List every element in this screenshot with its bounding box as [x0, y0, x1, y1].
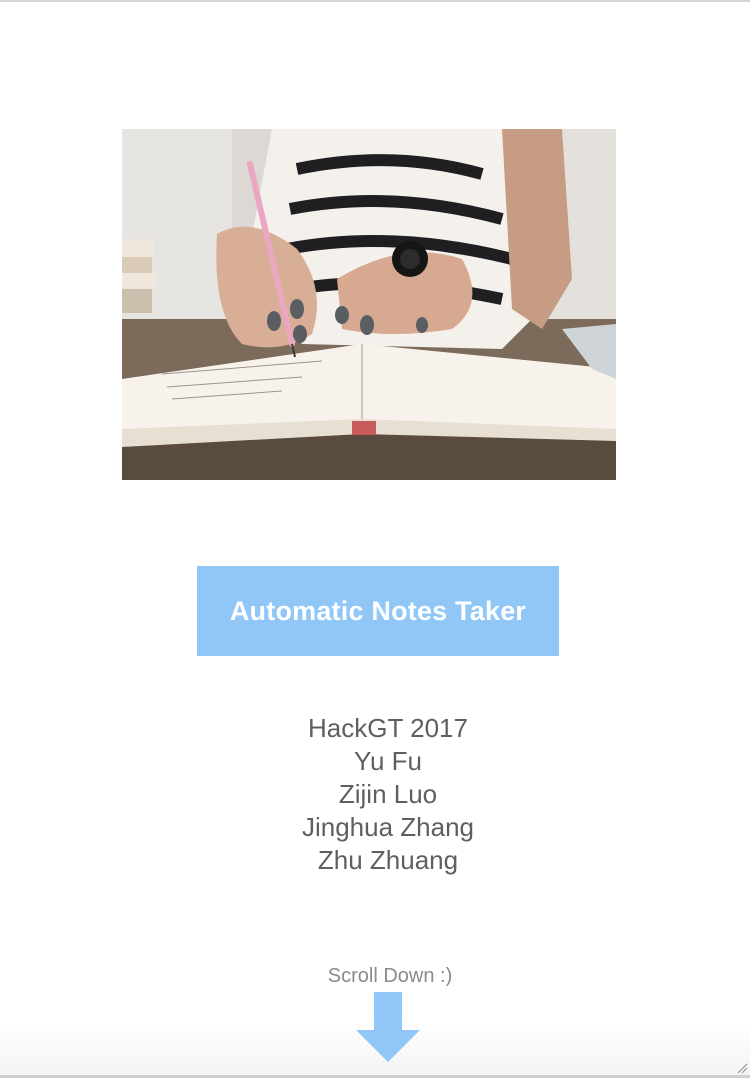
team-member: Zijin Luo — [338, 779, 438, 809]
credits-block: HackGT 2017 Yu Fu Zijin Luo Jinghua Zhan… — [0, 712, 750, 877]
down-arrow-icon[interactable] — [356, 992, 420, 1062]
hero-image — [122, 129, 616, 480]
window-top-border — [0, 0, 750, 2]
resize-grip-icon[interactable] — [736, 1062, 748, 1074]
scroll-hint: Scroll Down :) — [327, 965, 453, 987]
team-member: Jinghua Zhang — [301, 812, 475, 842]
team-member: Zhu Zhuang — [317, 845, 459, 875]
page-title: Automatic Notes Taker — [229, 595, 527, 626]
team-member: Yu Fu — [354, 746, 422, 776]
event-name: HackGT 2017 — [308, 713, 468, 743]
title-banner: Automatic Notes Taker — [197, 566, 559, 656]
